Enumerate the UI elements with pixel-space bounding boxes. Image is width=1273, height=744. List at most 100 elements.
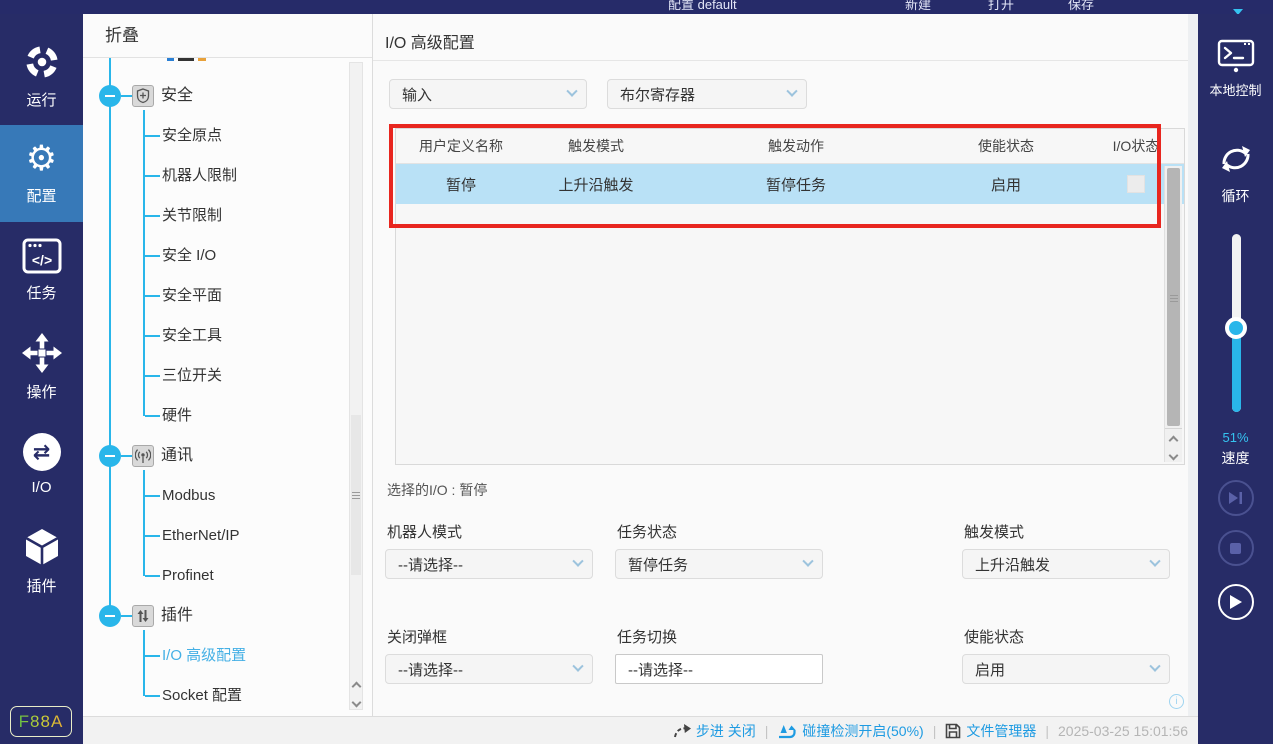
step-mode-status[interactable]: 步进 关闭 bbox=[673, 721, 756, 741]
robot-mode-select[interactable]: --请选择-- bbox=[385, 549, 593, 579]
tree-connector bbox=[145, 215, 160, 217]
tree-node-plugin[interactable]: 插件 bbox=[161, 605, 193, 627]
timestamp: 2025-03-25 15:01:56 bbox=[1058, 723, 1188, 739]
close-popup-select[interactable]: --请选择-- bbox=[385, 654, 593, 684]
loop-button[interactable] bbox=[1198, 138, 1273, 185]
table-scrollbar-thumb[interactable] bbox=[1167, 168, 1180, 426]
top-bar: 配置 default 新建 打开 保存 bbox=[0, 0, 1273, 14]
stop-button[interactable] bbox=[1218, 530, 1254, 566]
tree-connector bbox=[145, 495, 160, 497]
io-config-table: 用户定义名称 触发模式 触发动作 使能状态 I/O状态 暂停 上升沿触发 暂停任… bbox=[395, 128, 1185, 465]
tree-item-robot-limits[interactable]: 机器人限制 bbox=[162, 166, 237, 186]
chevron-down-icon bbox=[572, 556, 583, 567]
table-row-pause[interactable]: 暂停 上升沿触发 暂停任务 启用 bbox=[396, 164, 1184, 204]
file-manager-button[interactable]: 文件管理器 bbox=[945, 721, 1036, 741]
tree-item-io-advanced-config[interactable]: I/O 高级配置 bbox=[162, 646, 246, 666]
save-button[interactable]: 保存 bbox=[1068, 0, 1094, 13]
io-advanced-config-panel: I/O 高级配置 输入 布尔寄存器 用户定义名称 触发模式 触发动作 使能状态 … bbox=[373, 14, 1188, 716]
table-scroll-up-button[interactable] bbox=[1165, 431, 1182, 445]
speed-slider-thumb[interactable] bbox=[1225, 317, 1247, 339]
table-scroll-down-button[interactable] bbox=[1165, 446, 1182, 460]
sidebar-item-task[interactable]: </> 任务 bbox=[0, 222, 83, 319]
tree-item-modbus[interactable]: Modbus bbox=[162, 486, 215, 506]
play-button[interactable] bbox=[1218, 584, 1254, 620]
cell-trigger-mode: 上升沿触发 bbox=[526, 174, 666, 195]
tree-connector bbox=[145, 655, 160, 657]
tree-connector bbox=[145, 375, 160, 377]
tree-item-profinet[interactable]: Profinet bbox=[162, 566, 214, 586]
tree-scroll-down-button[interactable] bbox=[350, 693, 362, 707]
tree-connector bbox=[145, 255, 160, 257]
info-icon[interactable]: i bbox=[1169, 694, 1184, 709]
step-forward-button[interactable] bbox=[1218, 480, 1254, 516]
tree-connector bbox=[143, 110, 145, 416]
file-manager-icon bbox=[945, 723, 961, 739]
separator: | bbox=[765, 723, 769, 739]
page-title: I/O 高级配置 bbox=[385, 28, 475, 60]
column-header: I/O状态 bbox=[1086, 136, 1186, 156]
sidebar-item-label: 运行 bbox=[26, 89, 56, 110]
io-type-select[interactable]: 输入 bbox=[389, 79, 587, 109]
io-state-checkbox[interactable] bbox=[1127, 175, 1145, 193]
config-tree-panel: 折叠 安全 安全原点 机器人限制 关节限制 安全 I/O 安全平面 安全工具 三… bbox=[83, 14, 373, 716]
local-control-button[interactable] bbox=[1198, 38, 1273, 79]
tree-item-socket-config[interactable]: Socket 配置 bbox=[162, 686, 242, 706]
sidebar-item-operate[interactable]: 操作 bbox=[0, 319, 83, 416]
svg-text:</>: </> bbox=[31, 252, 51, 268]
collision-detection-status[interactable]: 碰撞检测开启(50%) bbox=[777, 721, 923, 741]
tree-node-safety[interactable]: 安全 bbox=[161, 85, 193, 107]
sidebar-item-config[interactable]: ⚙ 配置 bbox=[0, 125, 83, 222]
tree-item-three-position-switch[interactable]: 三位开关 bbox=[162, 366, 222, 386]
collapse-node-button[interactable] bbox=[99, 605, 121, 627]
new-button[interactable]: 新建 bbox=[905, 0, 931, 13]
tree-scroll-up-button[interactable] bbox=[350, 677, 362, 691]
tree-item-safety-plane[interactable]: 安全平面 bbox=[162, 286, 222, 306]
status-bar: 步进 关闭 | 碰撞检测开启(50%) | 文件管理器 | 2025-03-25… bbox=[83, 716, 1198, 744]
speed-label: 速度 bbox=[1198, 448, 1273, 468]
collapse-node-button[interactable] bbox=[99, 445, 121, 467]
chevron-down-icon bbox=[572, 661, 583, 672]
tree-item-ethernet-ip[interactable]: EtherNet/IP bbox=[162, 526, 240, 546]
chevron-down-icon bbox=[1149, 556, 1160, 567]
task-switch-input[interactable]: --请选择-- bbox=[615, 654, 823, 684]
selected-io-label: 选择的I/O : 暂停 bbox=[387, 480, 487, 500]
tree-connector bbox=[143, 470, 145, 576]
speed-percentage: 51% bbox=[1198, 430, 1273, 445]
tree-item-safety-home[interactable]: 安全原点 bbox=[162, 126, 222, 146]
trigger-mode-label: 触发模式 bbox=[964, 524, 1024, 542]
tree-item-safety-io[interactable]: 安全 I/O bbox=[162, 246, 216, 266]
chevron-down-icon bbox=[802, 556, 813, 567]
open-button[interactable]: 打开 bbox=[988, 0, 1014, 13]
sidebar-item-plugin[interactable]: 插件 bbox=[0, 513, 83, 610]
tree-scrollbar-thumb[interactable] bbox=[351, 415, 361, 575]
task-state-select[interactable]: 暂停任务 bbox=[615, 549, 823, 579]
tree-node-communication[interactable]: 通讯 bbox=[161, 445, 193, 467]
clipped-tree-item bbox=[167, 58, 174, 61]
table-scrollbar[interactable] bbox=[1164, 166, 1182, 462]
safety-shield-icon bbox=[132, 85, 154, 107]
sidebar-item-io[interactable]: ⇄ I/O bbox=[0, 416, 83, 513]
tree-item-joint-limits[interactable]: 关节限制 bbox=[162, 206, 222, 226]
enable-state-select[interactable]: 启用 bbox=[962, 654, 1170, 684]
loop-icon bbox=[1215, 138, 1257, 180]
separator: | bbox=[933, 723, 937, 739]
project-name: 配置 default bbox=[668, 0, 737, 13]
speed-slider-fill bbox=[1232, 328, 1241, 412]
chevron-down-icon bbox=[1149, 661, 1160, 672]
network-status-icon bbox=[1233, 9, 1243, 14]
tree-item-safety-tool[interactable]: 安全工具 bbox=[162, 326, 222, 346]
sidebar-item-label: 配置 bbox=[26, 185, 56, 206]
register-type-select[interactable]: 布尔寄存器 bbox=[607, 79, 807, 109]
column-header: 触发模式 bbox=[526, 136, 666, 156]
collapse-button[interactable]: 折叠 bbox=[83, 14, 372, 58]
sidebar-item-run[interactable]: 运行 bbox=[0, 28, 83, 125]
tree-scrollbar[interactable] bbox=[349, 62, 363, 710]
register-type-value: 布尔寄存器 bbox=[620, 84, 788, 105]
tree-item-hardware[interactable]: 硬件 bbox=[162, 406, 192, 426]
collapse-node-button[interactable] bbox=[99, 85, 121, 107]
cube-icon bbox=[23, 527, 61, 567]
trigger-mode-select[interactable]: 上升沿触发 bbox=[962, 549, 1170, 579]
task-code-icon: </> bbox=[22, 238, 62, 274]
speed-slider[interactable] bbox=[1232, 234, 1241, 412]
separator: | bbox=[1045, 723, 1049, 739]
